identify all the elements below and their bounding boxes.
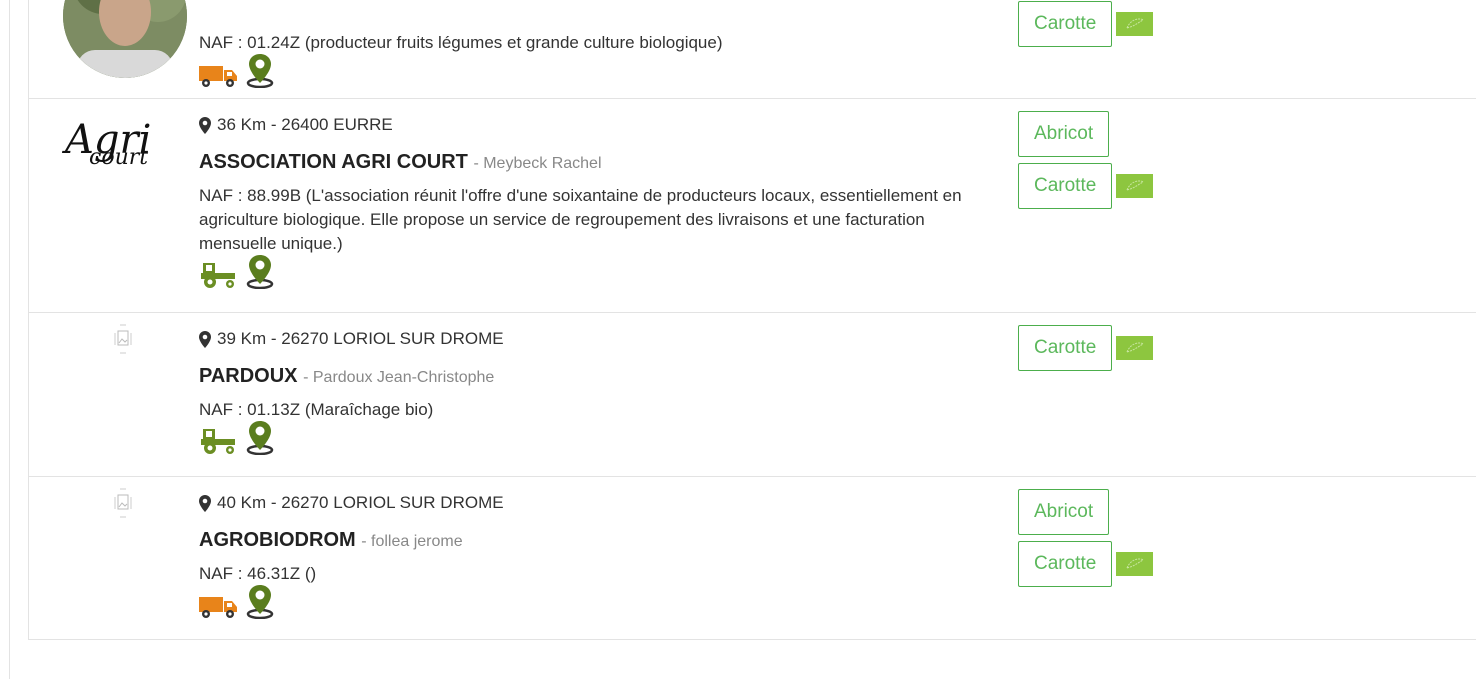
location-pin-icon [199,494,211,512]
location: 40 Km - 26270 LORIOL SUR DROME [199,493,999,513]
no-image-icon [112,323,134,355]
producer-name-line: PARDOUX - Pardoux Jean-Christophe [199,365,999,388]
product-button[interactable]: Carotte [1018,325,1113,371]
product-item: Carotte [1018,541,1154,587]
producer-row: Agri court 36 Km - 26400 EURRE ASSOCIATI… [29,99,1476,313]
avatar-column [29,0,199,98]
product-button[interactable]: Carotte [1018,541,1113,587]
producer-owner: - Pardoux Jean-Christophe [303,369,495,386]
producer-row: 40 Km - 26270 LORIOL SUR DROME AGROBIODR… [29,477,1476,639]
location-pin-icon [199,116,211,134]
producer-name-line: AGROBIODROM - follea jerome [199,529,999,552]
no-image-icon [112,487,134,519]
producer-name-line: ASSOCIATION AGRI COURT - Meybeck Rachel [199,151,999,174]
left-border [9,0,10,679]
producer-icons [199,255,999,294]
avatar-column [29,313,199,476]
location: 39 Km - 26270 LORIOL SUR DROME [199,329,999,349]
producer-info: 40 Km - 26270 LORIOL SUR DROME AGROBIODR… [199,493,999,624]
naf-text: NAF : 88.99B (L'association réunit l'off… [199,186,962,253]
product-item: Carotte [1018,163,1154,209]
agri-court-logo[interactable]: Agri court [65,113,165,183]
producer-icons [199,585,999,624]
map-pin-icon[interactable] [245,583,275,624]
product-button[interactable]: Carotte [1018,1,1113,47]
producer-icons [199,54,999,93]
producer-info: 36 Km - 26400 EURRE ASSOCIATION AGRI COU… [199,115,999,294]
product-list: Carotte [1018,325,1154,377]
naf-text: NAF : 01.13Z (Maraîchage bio) [199,400,434,419]
truck-icon [199,62,239,93]
location-pin-icon [199,330,211,348]
product-list: Abricot Carotte [1018,489,1154,593]
product-button[interactable]: Abricot [1018,489,1110,535]
truck-icon [199,593,239,624]
avatar-column [29,477,199,639]
product-item: Carotte [1018,325,1154,371]
producer-info: 39 Km - 26270 LORIOL SUR DROME PARDOUX -… [199,329,999,460]
location-text: 40 Km - 26270 LORIOL SUR DROME [217,493,504,512]
product-item: Abricot [1018,111,1153,157]
producer-icons [199,421,999,460]
product-button[interactable]: Abricot [1018,111,1110,157]
naf-text: NAF : 46.31Z () [199,564,317,583]
product-item: Carotte [1018,1,1154,47]
map-pin-icon[interactable] [245,52,275,93]
producer-owner: - Meybeck Rachel [473,155,602,172]
product-list: Abricot Carotte [1018,111,1154,215]
producer-photo[interactable] [63,0,187,78]
producer-name[interactable]: PARDOUX [199,365,298,387]
producer-owner: - follea jerome [361,533,463,550]
bio-leaf-icon [1116,174,1154,198]
bio-leaf-icon [1116,552,1154,576]
map-pin-icon[interactable] [245,419,275,460]
bio-leaf-icon [1116,336,1154,360]
tractor-icon [199,427,239,460]
map-pin-icon[interactable] [245,253,275,294]
naf-text: NAF : 01.24Z (producteur fruits légumes … [199,33,723,52]
producer-info: NAF : 01.24Z (producteur fruits légumes … [199,31,999,93]
location-text: 36 Km - 26400 EURRE [217,115,393,134]
product-list: Carotte [1018,1,1154,53]
producer-row: 39 Km - 26270 LORIOL SUR DROME PARDOUX -… [29,313,1476,477]
logo-column: Agri court [29,99,199,312]
tractor-icon [199,261,239,294]
producer-list: NAF : 01.24Z (producteur fruits légumes … [28,0,1476,640]
product-button[interactable]: Carotte [1018,163,1113,209]
location: 36 Km - 26400 EURRE [199,115,999,135]
bio-leaf-icon [1116,12,1154,36]
producer-row: NAF : 01.24Z (producteur fruits légumes … [29,0,1476,99]
product-item: Abricot [1018,489,1153,535]
producer-name[interactable]: AGROBIODROM [199,529,356,551]
producer-name[interactable]: ASSOCIATION AGRI COURT [199,151,468,173]
location-text: 39 Km - 26270 LORIOL SUR DROME [217,329,504,348]
